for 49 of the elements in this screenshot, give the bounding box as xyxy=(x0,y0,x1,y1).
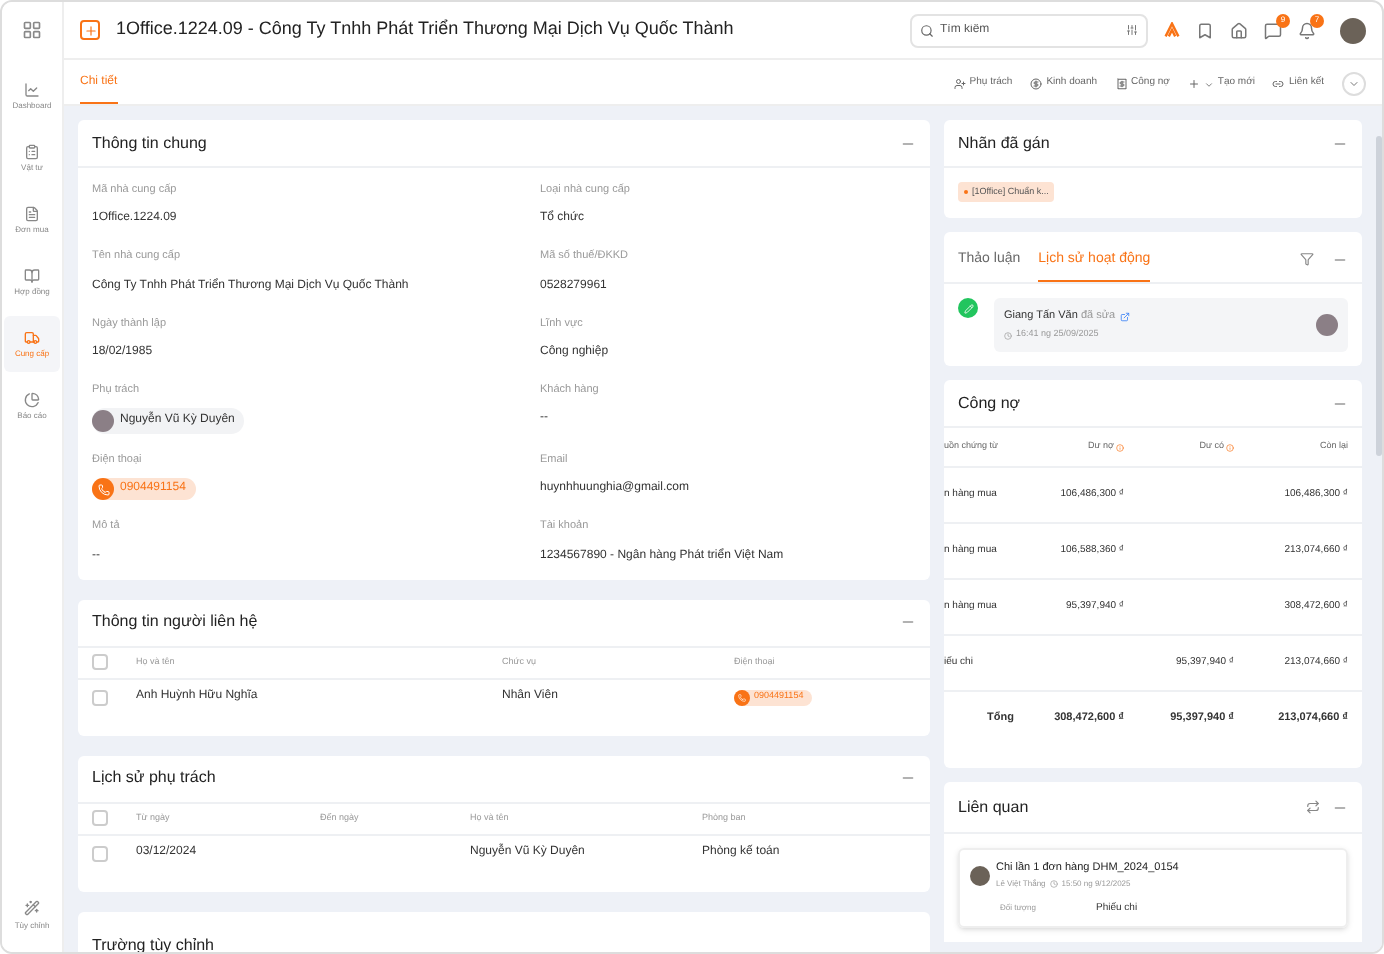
toolbar-icon xyxy=(1115,78,1128,90)
card-title: Trường tùy chỉnh xyxy=(92,935,214,952)
home-icon[interactable] xyxy=(1230,21,1248,39)
row-checkbox[interactable] xyxy=(92,689,108,705)
sidebar-item-icon xyxy=(24,82,40,98)
filter-icon[interactable] xyxy=(1300,252,1314,266)
clock-icon xyxy=(1049,880,1058,889)
logo-icon[interactable] xyxy=(1164,22,1180,38)
card-title: Công nợ xyxy=(958,391,1021,415)
card-title: Lịch sử phụ trách xyxy=(92,766,216,790)
card-title: Liên quan xyxy=(958,795,1029,819)
bell-icon[interactable] xyxy=(1298,21,1316,39)
caret-icon xyxy=(1203,79,1214,89)
card-title: Nhãn đã gán xyxy=(958,131,1050,155)
filter-sliders-icon[interactable] xyxy=(1126,24,1138,36)
chat-icon[interactable] xyxy=(1264,21,1282,39)
user-avatar xyxy=(970,865,990,886)
clock-icon xyxy=(1004,331,1012,340)
card-title: Thông tin chung xyxy=(92,131,207,155)
sidebar-item-icon xyxy=(24,330,40,346)
magic-wand-icon xyxy=(24,900,40,916)
row-checkbox[interactable] xyxy=(92,654,108,670)
page-title: 1Office.1224.09 - Công Ty Tnhh Phát Triển Thương Mại Dịch Vụ Quốc Thành xyxy=(116,16,734,43)
swap-icon[interactable] xyxy=(1306,799,1320,813)
sidebar-item-icon xyxy=(24,392,40,408)
card-title: Thông tin người liên hệ xyxy=(92,610,258,634)
toolbar-icon xyxy=(1030,78,1043,90)
sidebar-item-icon xyxy=(24,268,40,284)
info-icon xyxy=(1226,443,1234,451)
info-icon xyxy=(1116,443,1124,451)
search-icon xyxy=(920,23,934,37)
phone-icon xyxy=(97,483,109,496)
bookmark-icon[interactable] xyxy=(1196,21,1214,39)
external-link-icon[interactable] xyxy=(1119,311,1130,322)
row-checkbox[interactable] xyxy=(92,810,108,826)
toolbar-icon xyxy=(1187,78,1200,90)
plus-icon[interactable] xyxy=(80,20,100,40)
avatar xyxy=(92,410,114,432)
toolbar-icon xyxy=(953,78,966,90)
user-avatar xyxy=(1316,314,1338,336)
sidebar-item-icon xyxy=(24,144,40,160)
apps-grid-icon[interactable] xyxy=(22,20,42,40)
edit-badge-icon xyxy=(958,298,978,318)
more-chevron-icon[interactable] xyxy=(1342,72,1366,96)
row-checkbox[interactable] xyxy=(92,845,108,861)
user-avatar[interactable] xyxy=(1340,17,1366,43)
phone-icon xyxy=(738,693,746,701)
toolbar-icon xyxy=(1272,78,1285,90)
sidebar-item-icon xyxy=(24,206,40,222)
